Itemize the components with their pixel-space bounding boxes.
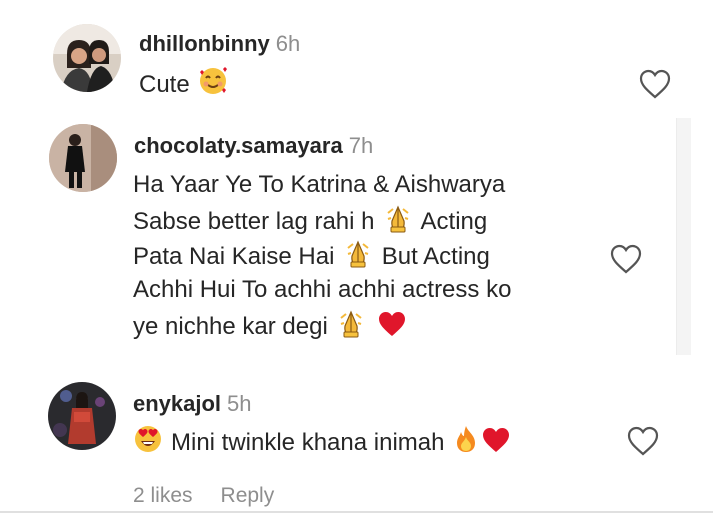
folded-hands-icon	[383, 203, 413, 233]
heart-outline-icon	[639, 69, 671, 99]
timestamp[interactable]: 5h	[227, 391, 251, 416]
folded-hands-icon	[343, 238, 373, 268]
heart-eyes-icon	[133, 424, 163, 454]
heart-outline-icon	[610, 244, 642, 274]
smiling-face-with-hearts-icon	[198, 66, 228, 96]
comment-text-line: Mini twinkle khana inimah	[171, 429, 445, 456]
comment-text-line: Cute	[139, 71, 190, 98]
comment-text: ye nichhe kar degi	[133, 308, 409, 344]
comment-text-line: Ha Yaar Ye To Katrina & Aishwarya	[133, 171, 506, 198]
like-button[interactable]	[626, 425, 660, 457]
red-heart-icon	[377, 310, 407, 338]
scrollbar[interactable]	[676, 118, 691, 355]
heart-outline-icon	[627, 426, 659, 456]
comment-text: Cute	[139, 66, 230, 102]
comment-text-line: ye nichhe kar degi	[133, 313, 328, 340]
comment-text-line: Achhi Hui To achhi achhi actress ko	[133, 276, 512, 303]
comment-text: Sabse better lag rahi h Acting	[133, 203, 487, 239]
username[interactable]: dhillonbinny	[139, 31, 270, 56]
avatar[interactable]	[49, 124, 117, 192]
fire-icon	[453, 424, 479, 454]
timestamp[interactable]: 7h	[349, 133, 373, 158]
comment-text: Mini twinkle khana inimah	[133, 424, 513, 460]
comment-actions: 2 likes Reply	[133, 483, 302, 509]
username[interactable]: enykajol	[133, 391, 221, 416]
reply-button[interactable]: Reply	[221, 484, 275, 507]
comment-text: Pata Nai Kaise Hai But Acting	[133, 238, 490, 274]
like-button[interactable]	[638, 68, 672, 100]
username[interactable]: chocolaty.samayara	[134, 133, 343, 158]
likes-count-link[interactable]: 2 likes	[133, 484, 193, 507]
comment-text-line: Sabse better lag rahi h	[133, 208, 375, 235]
comment-header: enykajol 5h	[133, 391, 252, 417]
comment-text-line: Pata Nai Kaise Hai	[133, 243, 335, 270]
avatar[interactable]	[53, 24, 121, 92]
comment-text: Achhi Hui To achhi achhi actress ko	[133, 273, 511, 307]
comment-text-line: But Acting	[381, 243, 490, 270]
comments-panel: dhillonbinny 6h Cute chocolaty.samayara …	[0, 0, 713, 513]
comment-header: dhillonbinny 6h	[139, 31, 300, 57]
comment-header: chocolaty.samayara 7h	[134, 133, 373, 159]
comment-text: Ha Yaar Ye To Katrina & Aishwarya	[133, 168, 505, 202]
folded-hands-icon	[336, 308, 366, 338]
timestamp[interactable]: 6h	[276, 31, 300, 56]
avatar[interactable]	[48, 382, 116, 450]
red-heart-icon	[481, 426, 511, 454]
comment-text-line: Acting	[420, 208, 488, 235]
like-button[interactable]	[609, 243, 643, 275]
